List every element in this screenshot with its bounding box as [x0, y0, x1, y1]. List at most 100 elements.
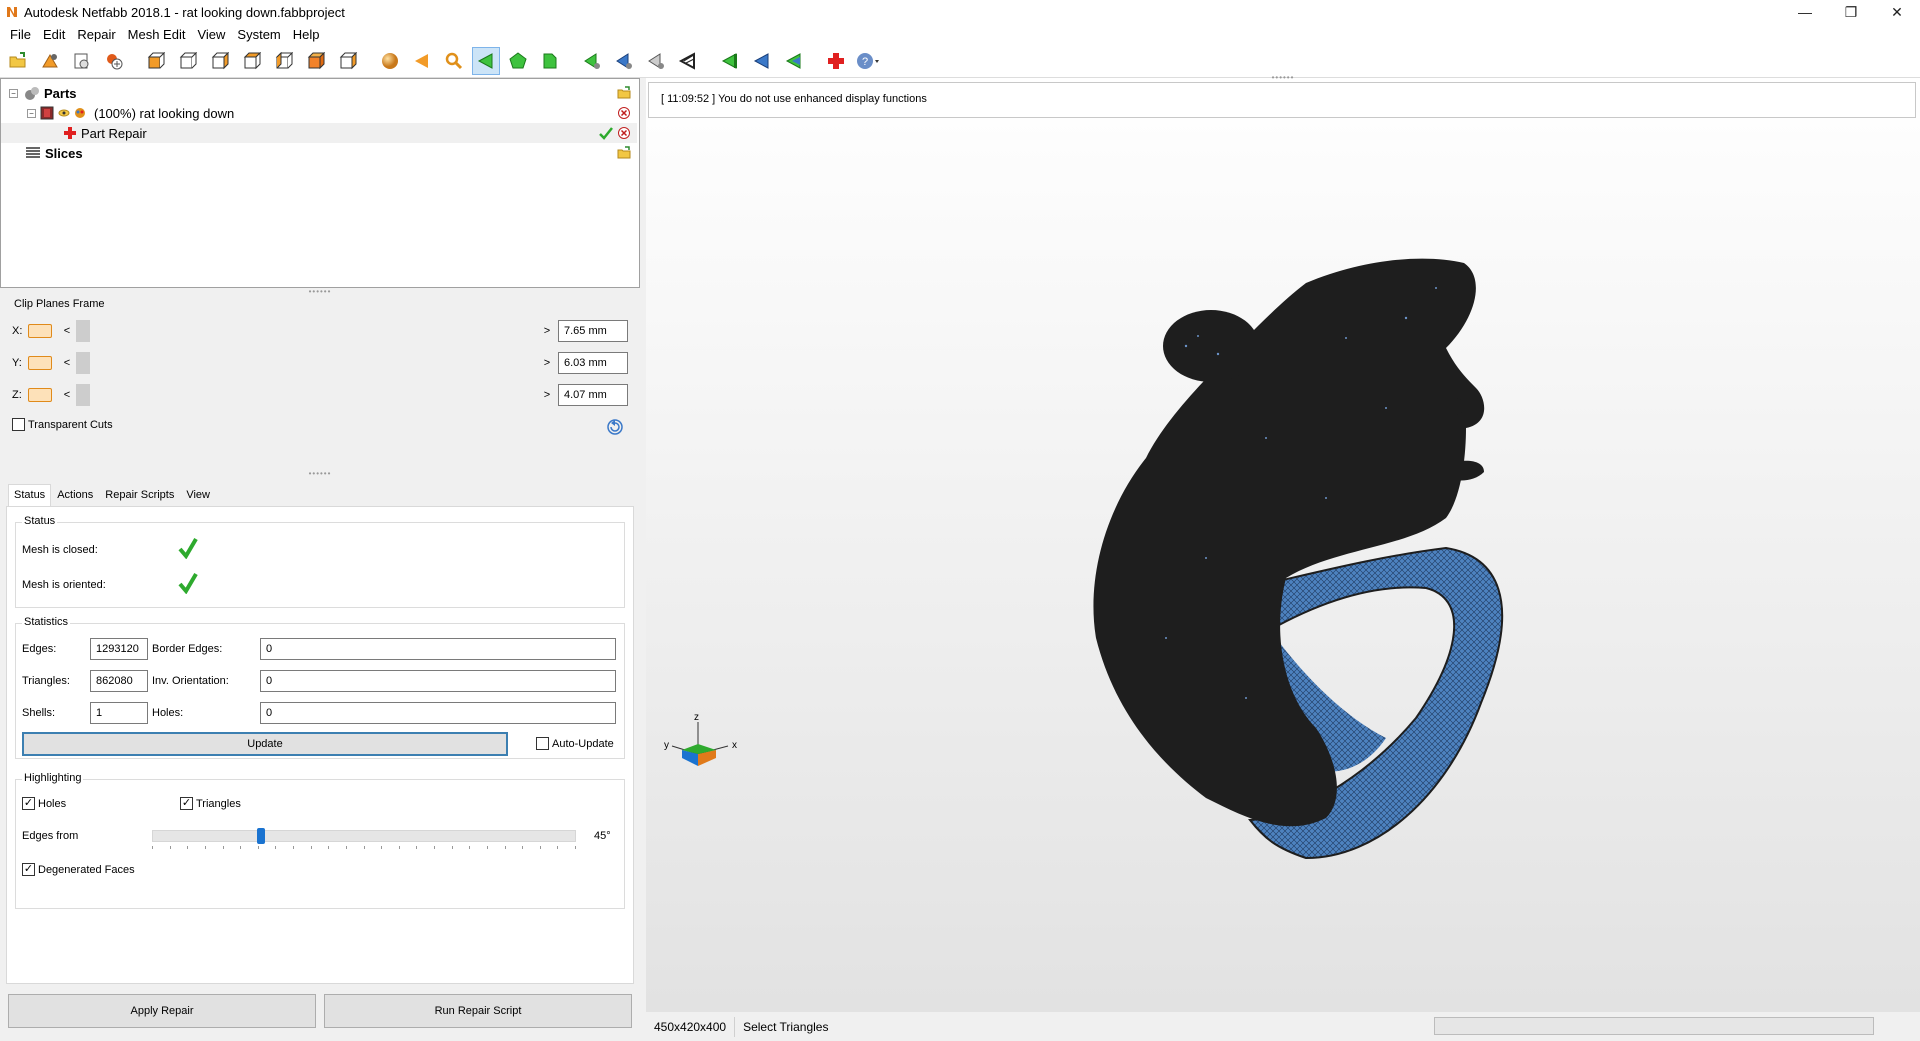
- zoom-icon[interactable]: [440, 47, 468, 75]
- select-tool-d-icon[interactable]: [674, 47, 702, 75]
- extend-select-icon[interactable]: [780, 47, 808, 75]
- border-edges-field[interactable]: 0: [260, 638, 616, 660]
- update-button[interactable]: Update: [22, 732, 508, 756]
- open-project-icon[interactable]: [4, 47, 32, 75]
- view-right-icon[interactable]: [238, 47, 266, 75]
- clip-value-field[interactable]: 6.03 mm: [558, 352, 628, 374]
- holes-option[interactable]: ✓ Holes: [22, 797, 66, 810]
- reset-clip-icon[interactable]: [606, 418, 624, 436]
- clip-decrease-button[interactable]: <: [62, 389, 72, 401]
- menu-edit[interactable]: Edit: [37, 27, 71, 42]
- edges-from-slider[interactable]: [152, 828, 576, 844]
- splitter-handle[interactable]: ••••••: [0, 469, 640, 478]
- clip-slider[interactable]: [76, 384, 538, 406]
- clip-slider[interactable]: [76, 352, 538, 374]
- clip-toggle[interactable]: [28, 356, 52, 370]
- sphere-shading-icon[interactable]: [376, 47, 404, 75]
- clip-increase-button[interactable]: >: [542, 357, 552, 369]
- 3d-viewport[interactable]: •••••• [ 11:09:52 ] You do not use enhan…: [646, 73, 1920, 1012]
- triangles-field[interactable]: 862080: [90, 670, 148, 692]
- tree-node-part[interactable]: − (100%) rat looking down: [1, 103, 637, 123]
- folder-open-icon[interactable]: [617, 146, 631, 160]
- apply-repair-button[interactable]: Apply Repair: [8, 994, 316, 1028]
- folder-open-icon[interactable]: [617, 86, 631, 100]
- part-mesh-icon: [40, 106, 54, 120]
- tab-view[interactable]: View: [180, 484, 216, 506]
- slider-thumb[interactable]: [76, 352, 90, 374]
- tree-node-part-repair[interactable]: Part Repair: [1, 123, 637, 143]
- minimize-icon[interactable]: —: [1782, 0, 1828, 24]
- transparent-cuts-checkbox[interactable]: [12, 418, 25, 431]
- view-left-icon[interactable]: [206, 47, 234, 75]
- close-icon[interactable]: ✕: [1874, 0, 1920, 24]
- tree-node-parts[interactable]: − Parts: [1, 83, 637, 103]
- clip-value-field[interactable]: 4.07 mm: [558, 384, 628, 406]
- remove-part-icon[interactable]: [617, 106, 631, 120]
- select-tool-c-icon[interactable]: [642, 47, 670, 75]
- arrow-left-icon[interactable]: [408, 47, 436, 75]
- tab-repair-scripts[interactable]: Repair Scripts: [99, 484, 180, 506]
- slider-thumb[interactable]: [76, 384, 90, 406]
- clip-slider[interactable]: [76, 320, 538, 342]
- cancel-repair-icon[interactable]: [617, 126, 631, 140]
- clip-toggle[interactable]: [28, 388, 52, 402]
- tab-status[interactable]: Status: [8, 484, 52, 506]
- triangles-checkbox[interactable]: ✓: [180, 797, 193, 810]
- collapse-icon[interactable]: −: [9, 88, 18, 98]
- collapse-icon[interactable]: −: [27, 108, 36, 118]
- repair-icon[interactable]: [822, 47, 850, 75]
- degenerated-faces-checkbox[interactable]: ✓: [22, 863, 35, 876]
- clip-toggle[interactable]: [28, 324, 52, 338]
- part-label: (100%) rat looking down: [94, 105, 235, 121]
- select-tool-b-icon[interactable]: [610, 47, 638, 75]
- clip-increase-button[interactable]: >: [542, 325, 552, 337]
- slider-thumb[interactable]: [76, 320, 90, 342]
- view-bottom-icon[interactable]: [302, 47, 330, 75]
- view-back-icon[interactable]: [174, 47, 202, 75]
- inv-orientation-field[interactable]: 0: [260, 670, 616, 692]
- view-iso-icon[interactable]: [334, 47, 362, 75]
- view-front-icon[interactable]: [142, 47, 170, 75]
- clip-decrease-button[interactable]: <: [62, 325, 72, 337]
- shells-field[interactable]: 1: [90, 702, 148, 724]
- help-dropdown-icon[interactable]: ?: [854, 47, 882, 75]
- invert-select-icon[interactable]: [716, 47, 744, 75]
- highlighting-group-title: Highlighting: [22, 772, 84, 784]
- auto-update-option[interactable]: Auto-Update: [536, 737, 614, 750]
- view-top-icon[interactable]: [270, 47, 298, 75]
- select-shell-icon[interactable]: [536, 47, 564, 75]
- menu-view[interactable]: View: [191, 27, 231, 42]
- clip-value-field[interactable]: 7.65 mm: [558, 320, 628, 342]
- menu-repair[interactable]: Repair: [71, 27, 121, 42]
- holes-checkbox[interactable]: ✓: [22, 797, 35, 810]
- triangles-option[interactable]: ✓ Triangles: [180, 797, 241, 810]
- select-tool-a-icon[interactable]: [578, 47, 606, 75]
- slider-thumb[interactable]: [257, 828, 265, 844]
- rat-mesh-model[interactable]: [646, 78, 1920, 1012]
- import-icon[interactable]: [68, 47, 96, 75]
- shift-select-icon[interactable]: [748, 47, 776, 75]
- auto-update-checkbox[interactable]: [536, 737, 549, 750]
- clip-increase-button[interactable]: >: [542, 389, 552, 401]
- tree-node-slices[interactable]: Slices: [1, 143, 637, 163]
- restore-icon[interactable]: ❐: [1828, 0, 1874, 24]
- color-palette-icon[interactable]: [74, 107, 86, 119]
- apply-check-icon[interactable]: [599, 126, 613, 140]
- new-part-icon[interactable]: [100, 47, 128, 75]
- select-triangles-icon[interactable]: [472, 46, 500, 75]
- add-part-icon[interactable]: [36, 47, 64, 75]
- degenerated-faces-option[interactable]: ✓ Degenerated Faces: [22, 863, 135, 876]
- holes-field[interactable]: 0: [260, 702, 616, 724]
- run-repair-script-button[interactable]: Run Repair Script: [324, 994, 632, 1028]
- slider-tick: [311, 846, 312, 849]
- menu-help[interactable]: Help: [287, 27, 326, 42]
- transparent-cuts-option[interactable]: Transparent Cuts: [12, 418, 113, 431]
- clip-decrease-button[interactable]: <: [62, 357, 72, 369]
- menu-mesh-edit[interactable]: Mesh Edit: [122, 27, 192, 42]
- visibility-eye-icon[interactable]: [58, 107, 70, 119]
- tab-actions[interactable]: Actions: [51, 484, 99, 506]
- menu-file[interactable]: File: [4, 27, 37, 42]
- edges-field[interactable]: 1293120: [90, 638, 148, 660]
- select-surface-icon[interactable]: [504, 47, 532, 75]
- menu-system[interactable]: System: [231, 27, 286, 42]
